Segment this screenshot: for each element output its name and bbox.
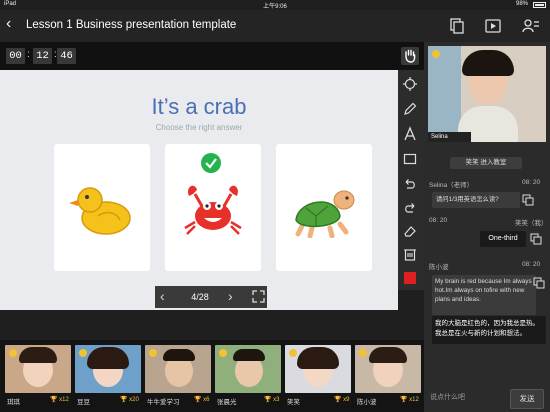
mic-icon <box>289 349 297 357</box>
duck-image <box>69 187 131 235</box>
student-score: 🏆 x20 <box>120 397 139 403</box>
lesson-title: Lesson 1 Business presentation template <box>26 19 237 31</box>
next-page-icon[interactable]: › <box>228 288 233 304</box>
delete-icon[interactable] <box>402 246 418 262</box>
timer-minutes: 12 <box>33 48 52 64</box>
student-name: 牛牛爱学习 <box>147 399 180 406</box>
translation-bubble: 我的大脑是红色的，因为我总是热。我总是在火与新的计划和想法。 <box>432 316 546 344</box>
copy-icon[interactable] <box>448 17 466 35</box>
teacher-video <box>428 46 546 142</box>
crab-image <box>184 185 242 235</box>
text-icon[interactable] <box>402 126 418 142</box>
mic-icon <box>9 349 17 357</box>
choice-card-turtle[interactable] <box>276 144 372 271</box>
timer-separator: : <box>27 49 30 60</box>
student-score: 🏆 x3 <box>264 397 280 403</box>
clock: 上午9:06 <box>263 4 287 10</box>
student-score: 🏆 x6 <box>194 397 210 403</box>
battery-icon <box>533 2 546 8</box>
rectangle-icon[interactable] <box>402 151 418 167</box>
student-name: 琪琪 <box>7 399 20 406</box>
mic-icon <box>79 349 87 357</box>
translate-icon[interactable] <box>530 233 542 245</box>
join-notice: 笑笑 进入教室 <box>450 157 522 169</box>
color-swatch-icon[interactable] <box>404 272 416 284</box>
slide-subtitle: Choose the right answer <box>155 123 243 132</box>
undo-icon[interactable] <box>402 176 418 192</box>
chat-bubble: 请问1/3用英语怎么读? <box>432 192 520 208</box>
mic-icon <box>359 349 367 357</box>
message-sender: 陈小波 <box>429 264 449 271</box>
chat-input[interactable]: 说点什么吧 <box>430 392 465 402</box>
student-name: 笑笑 <box>287 399 300 406</box>
translate-icon[interactable] <box>522 194 534 206</box>
status-bar: iPad 上午9:06 98% <box>0 0 550 10</box>
student-score: 🏆 x12 <box>400 397 419 403</box>
message-time: 08: 20 <box>522 261 541 268</box>
message-time: 08: 20 <box>522 179 541 186</box>
student-score: 🏆 x9 <box>334 397 350 403</box>
message-time: 08: 20 <box>429 217 448 224</box>
battery-percent: 98% <box>515 1 528 7</box>
student-score: 🏆 x12 <box>50 397 69 403</box>
timer-seconds: 46 <box>57 48 76 64</box>
user-list-icon[interactable] <box>522 17 540 35</box>
choice-card-duck[interactable] <box>54 144 150 271</box>
chat-bubble: My brain is red because Im always hot.Im… <box>432 275 536 315</box>
correct-check-icon <box>201 153 221 173</box>
student-name: 豆豆 <box>77 399 90 406</box>
turtle-image <box>295 190 355 238</box>
teacher-name-label: Selina <box>428 132 471 142</box>
chat-bubble: One-third <box>480 231 526 247</box>
back-chevron-icon[interactable]: ‹ <box>6 15 11 33</box>
pointer-icon[interactable] <box>402 76 418 92</box>
mic-icon <box>149 349 157 357</box>
hand-icon[interactable] <box>401 47 419 65</box>
student-name: 陈小波 <box>357 399 377 406</box>
prev-page-icon[interactable]: ‹ <box>160 288 165 304</box>
page-indicator: 4/28 <box>191 292 209 302</box>
send-button[interactable]: 发送 <box>510 389 544 409</box>
video-player-icon[interactable] <box>484 17 502 35</box>
fullscreen-icon[interactable] <box>252 290 265 303</box>
eraser-icon[interactable] <box>402 223 418 239</box>
translate-icon[interactable] <box>533 277 545 289</box>
student-name: 张晨光 <box>217 399 237 406</box>
message-sender: Selina（老师） <box>429 182 474 189</box>
mic-icon <box>219 349 227 357</box>
message-sender: 笑笑（我） <box>515 220 548 227</box>
pen-icon[interactable] <box>402 101 418 117</box>
slide-title: It’s a crab <box>151 94 247 119</box>
redo-icon[interactable] <box>402 200 418 216</box>
mic-icon <box>432 50 440 58</box>
timer-hours: 00 <box>6 48 25 64</box>
